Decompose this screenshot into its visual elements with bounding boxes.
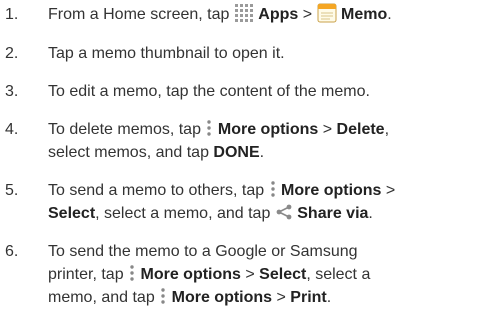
more-options-label: More options bbox=[171, 289, 273, 306]
more-options-icon bbox=[128, 264, 136, 282]
step-number: 2. bbox=[5, 45, 19, 62]
step-text: To send the memo to a Google or Samsung … bbox=[48, 243, 371, 306]
step-number: 5. bbox=[5, 182, 19, 199]
step-text: To send a memo to others, tap More optio… bbox=[48, 179, 504, 225]
step-text: To delete memos, tap More options > Dele… bbox=[48, 118, 504, 164]
step-text: Tap a memo thumbnail to open it. bbox=[48, 45, 285, 62]
instruction-list: 1. From a Home screen, tap Apps > Memo. … bbox=[0, 0, 504, 329]
memo-app-icon bbox=[317, 3, 337, 23]
step-text: To edit a memo, tap the content of the m… bbox=[48, 83, 370, 100]
step-number: 1. bbox=[5, 6, 19, 23]
select-label: Select bbox=[259, 266, 307, 283]
more-options-label: More options bbox=[281, 182, 382, 199]
share-via-label: Share via bbox=[297, 205, 369, 222]
step-number: 6. bbox=[5, 243, 19, 260]
more-options-icon bbox=[269, 180, 277, 198]
more-options-label: More options bbox=[140, 266, 241, 283]
apps-label: Apps bbox=[258, 6, 299, 23]
delete-label: Delete bbox=[336, 121, 385, 138]
more-options-icon bbox=[205, 119, 213, 137]
memo-label: Memo bbox=[340, 6, 388, 23]
step-text: From a Home screen, tap Apps > Memo. bbox=[48, 3, 504, 26]
done-label: DONE bbox=[213, 144, 260, 161]
more-options-label: More options bbox=[217, 121, 319, 138]
step-number: 3. bbox=[5, 83, 19, 100]
select-label: Select bbox=[48, 205, 96, 222]
share-icon bbox=[275, 204, 293, 220]
step-number: 4. bbox=[5, 121, 19, 138]
print-label: Print bbox=[290, 289, 327, 306]
more-options-icon bbox=[159, 287, 167, 305]
apps-grid-icon bbox=[234, 3, 254, 22]
